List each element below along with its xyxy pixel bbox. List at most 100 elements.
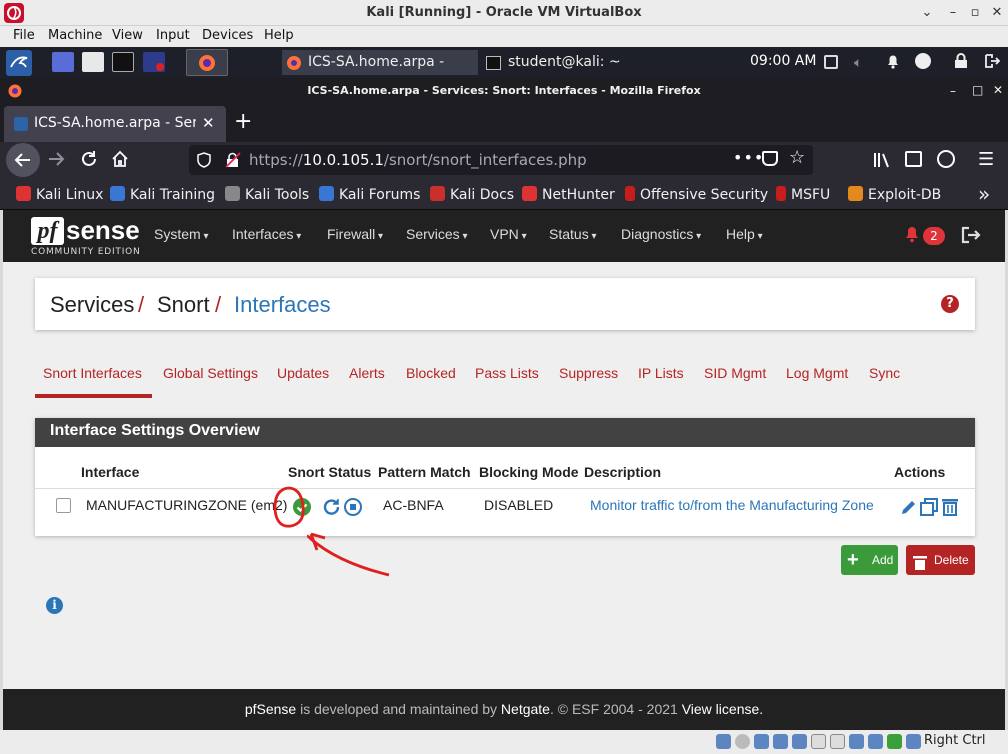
- hamburger-menu-icon[interactable]: ☰: [978, 149, 994, 170]
- help-question-icon[interactable]: ?: [941, 295, 959, 313]
- shield-icon[interactable]: [197, 152, 211, 172]
- home-icon[interactable]: [110, 149, 130, 173]
- bookmark-exploit-db[interactable]: Exploit-DB: [848, 186, 941, 203]
- reload-icon[interactable]: [79, 149, 99, 173]
- file-manager-icon[interactable]: [82, 52, 104, 72]
- kali-menu-icon[interactable]: [6, 50, 32, 76]
- back-icon[interactable]: [6, 143, 40, 177]
- pfsense-logo[interactable]: pf sense COMMUNITY EDITION: [31, 215, 141, 257]
- taskbar-terminal[interactable]: student@kali: ~: [484, 50, 680, 75]
- display-icon[interactable]: [824, 55, 838, 69]
- bookmarks-overflow-icon[interactable]: »: [978, 182, 990, 206]
- tab-close-icon[interactable]: ✕: [202, 114, 215, 132]
- mouse-integration-icon[interactable]: [906, 734, 921, 749]
- nav-status[interactable]: Status: [549, 226, 597, 242]
- nav-firewall[interactable]: Firewall: [327, 226, 383, 242]
- bookmark-kali-forums[interactable]: Kali Forums: [319, 186, 420, 203]
- tab-suppress[interactable]: Suppress: [559, 365, 618, 381]
- add-button[interactable]: + Add: [841, 545, 898, 575]
- tab-sid-mgmt[interactable]: SID Mgmt: [704, 365, 766, 381]
- optical-drive-icon[interactable]: [735, 734, 750, 749]
- menu-machine[interactable]: Machine: [48, 28, 102, 43]
- pocket-icon[interactable]: [762, 151, 778, 166]
- close-icon[interactable]: ✕: [993, 83, 1003, 97]
- account-icon[interactable]: [937, 150, 955, 168]
- delete-button[interactable]: Delete: [906, 545, 975, 575]
- nav-vpn[interactable]: VPN: [490, 226, 527, 242]
- menu-input[interactable]: Input: [156, 28, 190, 43]
- breadcrumb-snort[interactable]: Snort: [157, 292, 210, 318]
- url-bar[interactable]: https://10.0.105.1/snort/snort_interface…: [189, 145, 813, 175]
- edit-pencil-icon[interactable]: [899, 497, 919, 521]
- cpu-icon[interactable]: [868, 734, 883, 749]
- tab-global-settings[interactable]: Global Settings: [163, 365, 258, 381]
- shared-folders-icon[interactable]: [811, 734, 826, 749]
- logout-icon[interactable]: [961, 226, 981, 248]
- tab-alerts[interactable]: Alerts: [349, 365, 385, 381]
- bookmark-kali-training[interactable]: Kali Training: [110, 186, 215, 203]
- workspace-icon[interactable]: [52, 52, 74, 72]
- menu-view[interactable]: View: [112, 28, 143, 43]
- bell-icon[interactable]: [885, 53, 901, 69]
- display-icon[interactable]: [830, 734, 845, 749]
- trash-icon[interactable]: [941, 497, 959, 521]
- maximize-icon[interactable]: ▫: [966, 4, 984, 22]
- maximize-icon[interactable]: □: [972, 83, 983, 97]
- minimize-icon[interactable]: –: [944, 4, 962, 22]
- nav-system[interactable]: System: [154, 226, 209, 242]
- sidebar-icon[interactable]: [905, 151, 922, 167]
- audio-icon[interactable]: [754, 734, 769, 749]
- interface-description[interactable]: Monitor traffic to/from the Manufacturin…: [590, 497, 874, 513]
- power-status-icon[interactable]: [915, 53, 931, 69]
- nav-help[interactable]: Help: [726, 226, 763, 242]
- chevron-down-icon[interactable]: ⌄: [918, 4, 936, 22]
- browser-tab[interactable]: ICS-SA.home.arpa - Serv ✕: [4, 106, 226, 142]
- url-text[interactable]: https://10.0.105.1/snort/snort_interface…: [249, 151, 587, 169]
- bookmark-kali-tools[interactable]: Kali Tools: [225, 186, 309, 203]
- bookmark-nethunter[interactable]: NetHunter: [522, 186, 615, 203]
- usb-icon[interactable]: [792, 734, 807, 749]
- tab-log-mgmt[interactable]: Log Mgmt: [786, 365, 848, 381]
- logout-icon[interactable]: [984, 53, 1001, 69]
- forward-icon[interactable]: [46, 149, 66, 173]
- recording-icon[interactable]: [849, 734, 864, 749]
- nav-interfaces[interactable]: Interfaces: [232, 226, 301, 242]
- close-icon[interactable]: ✕: [988, 4, 1006, 22]
- footer-netgate-link[interactable]: Netgate: [501, 701, 550, 717]
- volume-icon[interactable]: 🔈︎: [854, 55, 870, 71]
- new-tab-icon[interactable]: +: [234, 109, 252, 134]
- tab-snort-interfaces[interactable]: Snort Interfaces: [43, 365, 142, 381]
- nav-diagnostics[interactable]: Diagnostics: [621, 226, 701, 242]
- tab-updates[interactable]: Updates: [277, 365, 329, 381]
- breadcrumb-interfaces[interactable]: Interfaces: [234, 292, 331, 318]
- tab-blocked[interactable]: Blocked: [406, 365, 456, 381]
- taskbar-firefox[interactable]: ICS-SA.home.arpa - Ser…: [282, 50, 478, 95]
- bookmark-msfu[interactable]: MSFU: [776, 186, 830, 203]
- bookmark-star-icon[interactable]: ☆: [789, 147, 805, 168]
- menu-devices[interactable]: Devices: [202, 28, 253, 43]
- copy-icon[interactable]: [919, 497, 939, 521]
- notification-bell-icon[interactable]: [904, 225, 920, 247]
- tab-ip-lists[interactable]: IP Lists: [638, 365, 684, 381]
- panel-clock[interactable]: 09:00 AM: [750, 53, 816, 69]
- firefox-launcher-icon[interactable]: [186, 49, 228, 76]
- guest-additions-icon[interactable]: [887, 734, 902, 749]
- tab-sync[interactable]: Sync: [869, 365, 900, 381]
- library-icon[interactable]: [873, 151, 891, 173]
- page-actions-icon[interactable]: •••: [733, 148, 764, 167]
- menu-file[interactable]: File: [13, 28, 35, 43]
- screen-recorder-icon[interactable]: [143, 52, 165, 72]
- nav-services[interactable]: Services: [406, 226, 468, 242]
- terminal-icon[interactable]: [112, 52, 134, 72]
- lock-icon[interactable]: [953, 53, 969, 69]
- tab-pass-lists[interactable]: Pass Lists: [475, 365, 539, 381]
- notification-badge[interactable]: 2: [923, 227, 945, 245]
- insecure-lock-icon[interactable]: [225, 152, 241, 172]
- footer-license-link[interactable]: View license.: [682, 701, 763, 717]
- info-icon[interactable]: i: [46, 597, 63, 614]
- bookmark-kali-docs[interactable]: Kali Docs: [430, 186, 514, 203]
- row-select-checkbox[interactable]: [56, 498, 71, 513]
- bookmark-offensive-security[interactable]: Offensive Security: [625, 186, 768, 203]
- footer-brand-link[interactable]: pfSense: [245, 701, 296, 717]
- bookmark-kali-linux[interactable]: Kali Linux: [16, 186, 103, 203]
